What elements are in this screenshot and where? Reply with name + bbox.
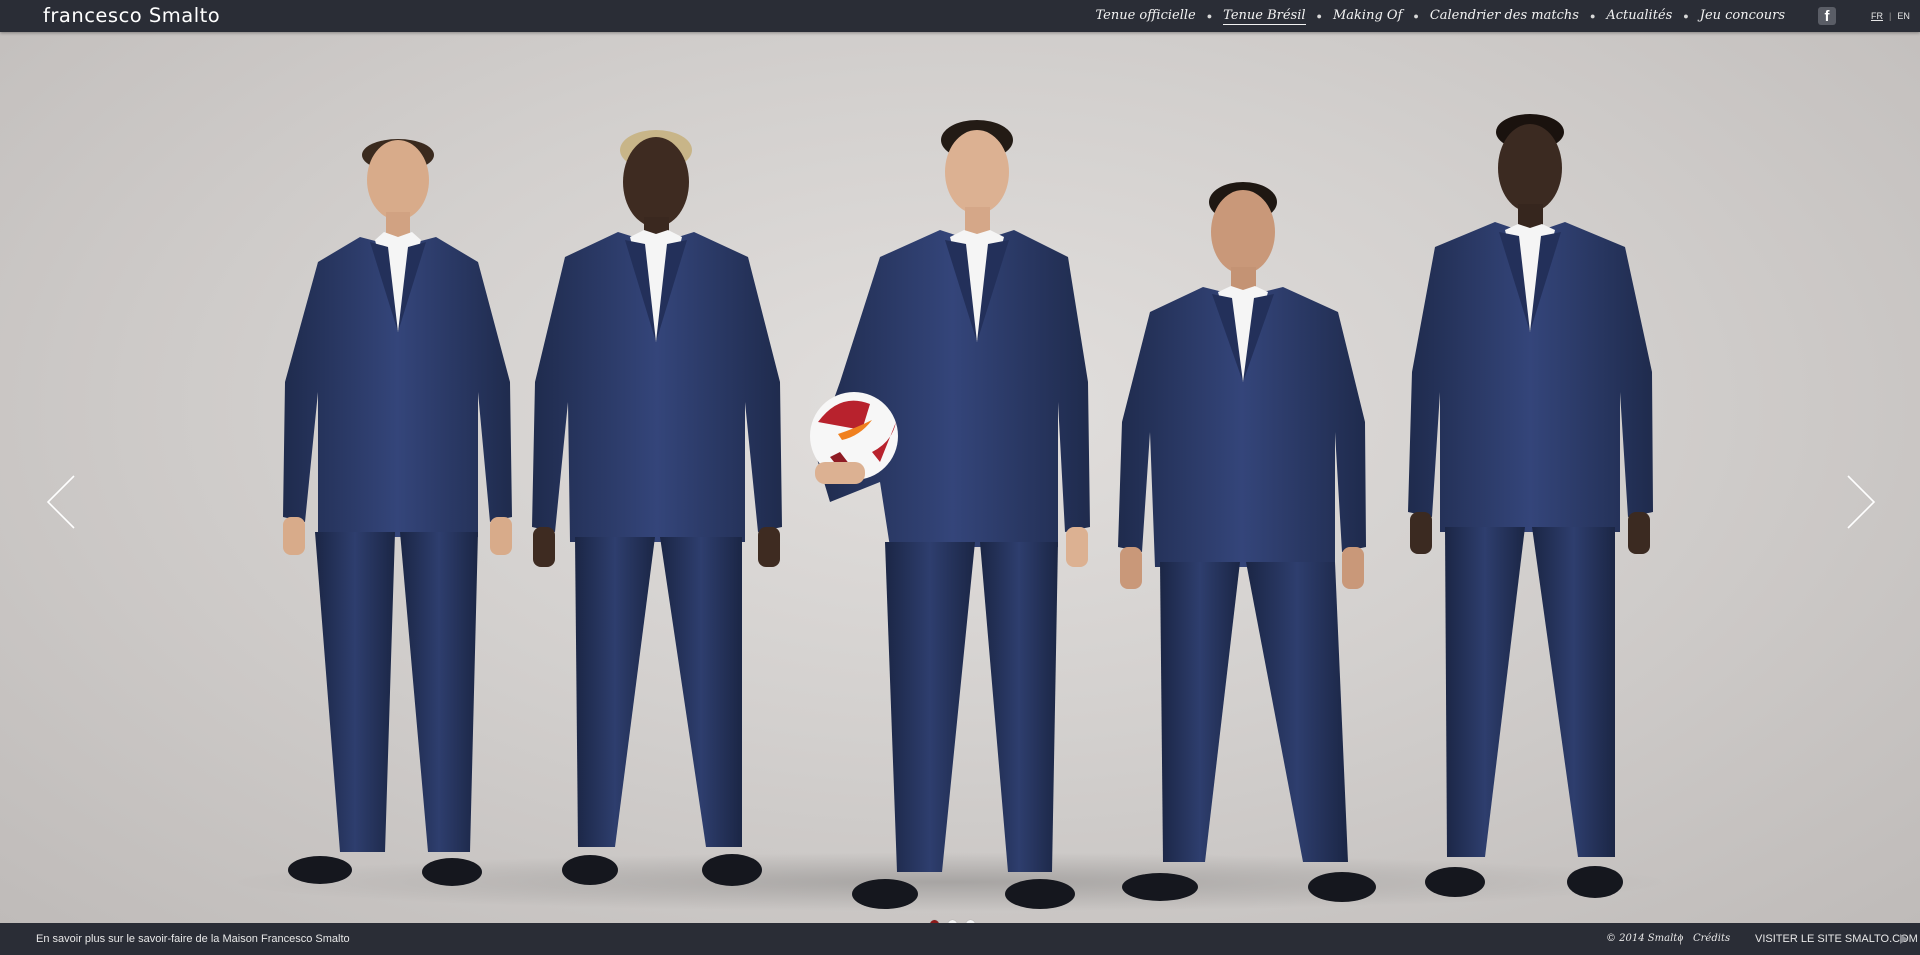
visit-smalto-link[interactable]: VISITER LE SITE SMALTO.COM [1755,923,1918,955]
savoir-faire-link[interactable]: En savoir plus sur le savoir-faire de la… [36,923,350,955]
brand-logo[interactable]: francesco Smalto [43,4,220,28]
nav-separator: ● [1413,11,1419,21]
hero-slider [0,32,1920,923]
player-4 [1118,182,1376,902]
play-arrow-icon[interactable] [1900,934,1908,944]
copyright-text: © 2014 Smalto [1606,933,1684,944]
nav-separator: ● [1683,11,1689,21]
footer-separator: | [1679,933,1682,945]
nav-making-of[interactable]: Making Of [1333,8,1402,24]
language-switcher: FR | EN [1871,9,1910,23]
chevron-left-icon [46,475,75,529]
nav-actualites[interactable]: Actualités [1606,8,1672,24]
chevron-right-icon [1847,475,1876,529]
player-5 [1408,114,1653,898]
player-3 [810,120,1090,909]
footer-bar: En savoir plus sur le savoir-faire de la… [0,923,1920,955]
top-nav-bar: francesco Smalto Tenue officielle ● Tenu… [0,0,1920,32]
lang-en-link[interactable]: EN [1897,11,1910,21]
nav-jeu-concours[interactable]: Jeu concours [1700,8,1785,24]
player-1 [283,139,512,886]
nav-separator: ● [1316,11,1322,21]
nav-calendrier[interactable]: Calendrier des matchs [1430,8,1579,24]
slider-next-button[interactable] [1840,472,1880,532]
players-photo [283,114,1653,909]
main-nav: Tenue officielle ● Tenue Brésil ● Making… [1095,0,1785,32]
nav-separator: ● [1206,11,1213,21]
lang-separator: | [1889,11,1892,21]
facebook-icon[interactable]: f [1818,7,1836,25]
slider-prev-button[interactable] [42,472,82,532]
nav-separator: ● [1589,11,1596,21]
nav-tenue-officielle[interactable]: Tenue officielle [1095,8,1195,24]
player-2 [532,130,782,886]
lang-fr-link[interactable]: FR [1871,11,1883,21]
nav-tenue-bresil[interactable]: Tenue Brésil [1223,8,1306,25]
credits-link[interactable]: Crédits [1693,923,1730,955]
